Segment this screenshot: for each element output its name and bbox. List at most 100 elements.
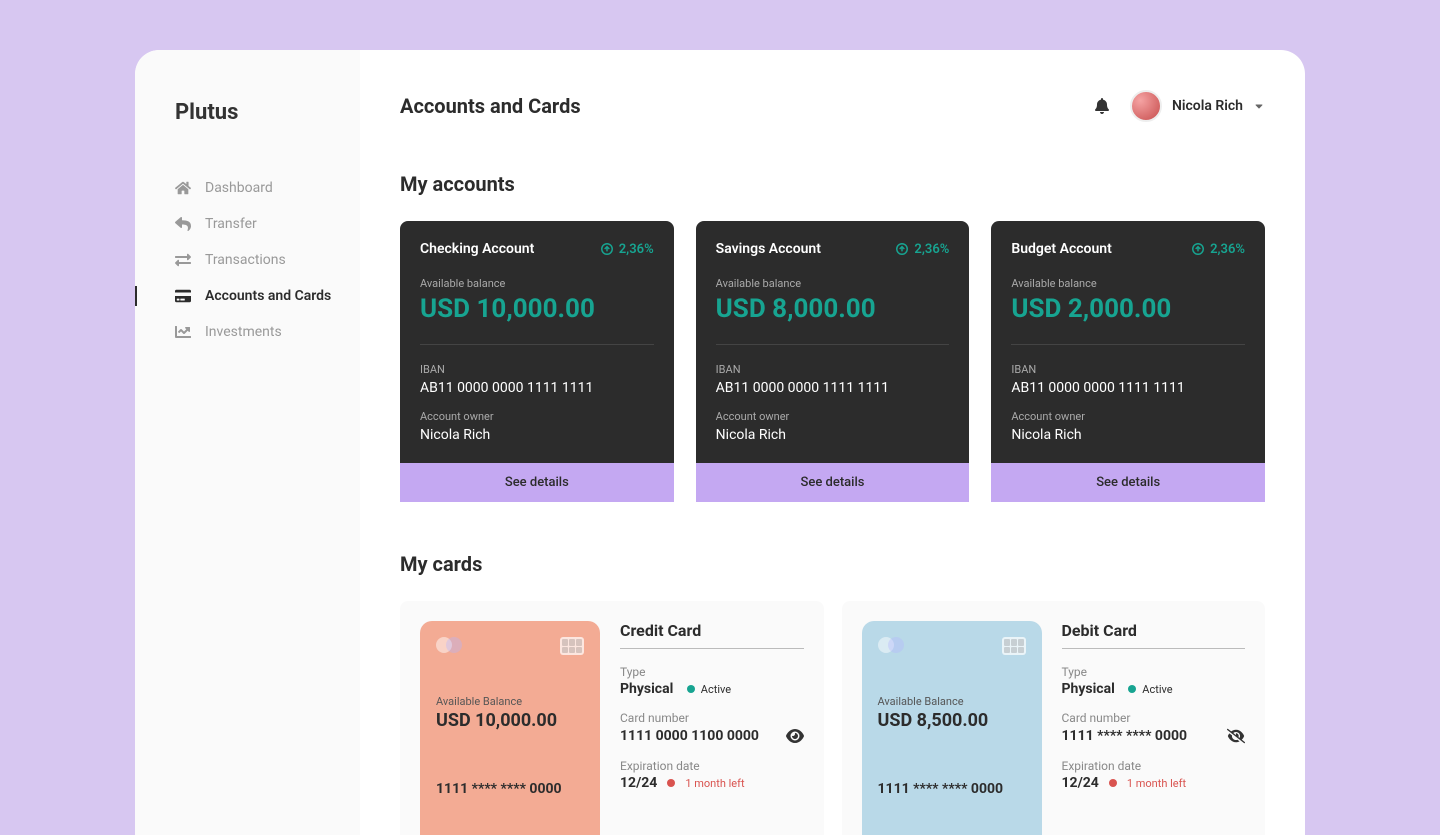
account-iban: AB11 0000 0000 1111 1111: [716, 380, 950, 396]
account-balance: USD 2,000.00: [1011, 294, 1245, 324]
account-iban: AB11 0000 0000 1111 1111: [420, 380, 654, 396]
credit-card-icon: [175, 288, 191, 304]
accounts-row: Checking Account 2,36% Available balance…: [400, 221, 1265, 502]
sidebar-item-label: Accounts and Cards: [205, 288, 331, 304]
header-right: Nicola Rich: [1094, 90, 1265, 122]
type-label: Type: [1062, 665, 1246, 679]
sidebar-item-investments[interactable]: Investments: [135, 314, 360, 350]
eye-icon[interactable]: [786, 727, 804, 745]
see-details-button[interactable]: See details: [696, 463, 970, 502]
card-title: Credit Card: [620, 621, 804, 649]
iban-label: IBAN: [1011, 363, 1245, 376]
card-visual-balance: USD 8,500.00: [878, 710, 1026, 731]
header: Accounts and Cards Nicola Rich: [400, 90, 1265, 122]
section-title-cards: My cards: [400, 552, 1265, 576]
home-icon: [175, 180, 191, 196]
chip-icon: [560, 637, 584, 655]
account-name: Checking Account: [420, 241, 534, 257]
balance-label: Available balance: [1011, 277, 1245, 290]
card-number-value: 1111 **** **** 0000: [1062, 728, 1188, 744]
account-owner: Nicola Rich: [420, 427, 654, 443]
card-visual: Available Balance USD 10,000.00 1111 ***…: [420, 621, 600, 835]
warning-dot-icon: [1109, 779, 1117, 787]
card-number-value: 1111 0000 1100 0000: [620, 728, 759, 744]
account-card: Checking Account 2,36% Available balance…: [400, 221, 674, 502]
status-text: Active: [1142, 683, 1172, 696]
balance-label: Available balance: [716, 277, 950, 290]
type-value: Physical Active: [620, 681, 804, 697]
card-visual-balance: USD 10,000.00: [436, 710, 584, 731]
arrow-up-circle-icon: [895, 242, 909, 256]
chevron-down-icon: [1253, 100, 1265, 112]
account-card: Savings Account 2,36% Available balance …: [696, 221, 970, 502]
eye-slash-icon[interactable]: [1227, 727, 1245, 745]
sidebar-item-transfer[interactable]: Transfer: [135, 206, 360, 242]
type-label: Type: [620, 665, 804, 679]
account-owner: Nicola Rich: [716, 427, 950, 443]
card-title: Debit Card: [1062, 621, 1246, 649]
status-dot-icon: [687, 685, 695, 693]
bell-icon[interactable]: [1094, 98, 1110, 114]
owner-label: Account owner: [716, 410, 950, 423]
sidebar-item-accounts-cards[interactable]: Accounts and Cards: [135, 278, 360, 314]
sidebar-item-dashboard[interactable]: Dashboard: [135, 170, 360, 206]
account-balance: USD 8,000.00: [716, 294, 950, 324]
warning-dot-icon: [667, 779, 675, 787]
avatar: [1130, 90, 1162, 122]
see-details-button[interactable]: See details: [400, 463, 674, 502]
account-change: 2,36%: [600, 242, 654, 257]
app-window: Plutus Dashboard Transfer Transactions A…: [135, 50, 1305, 835]
chart-line-icon: [175, 324, 191, 340]
account-change: 2,36%: [895, 242, 949, 257]
account-name: Savings Account: [716, 241, 821, 257]
card-visual-number: 1111 **** **** 0000: [436, 781, 584, 797]
account-card: Budget Account 2,36% Available balance U…: [991, 221, 1265, 502]
card-details: Credit Card Type Physical Active Card nu…: [620, 621, 804, 835]
owner-label: Account owner: [420, 410, 654, 423]
sidebar-item-label: Dashboard: [205, 180, 273, 196]
iban-label: IBAN: [420, 363, 654, 376]
iban-label: IBAN: [716, 363, 950, 376]
expiry-warning: 1 month left: [1127, 777, 1186, 790]
main-content: Accounts and Cards Nicola Rich My accoun…: [360, 50, 1305, 835]
arrow-up-circle-icon: [1191, 242, 1205, 256]
card-logo-icon: [436, 637, 462, 653]
sidebar-item-label: Transactions: [205, 252, 286, 268]
expiry-warning: 1 month left: [685, 777, 744, 790]
see-details-button[interactable]: See details: [991, 463, 1265, 502]
expiry-value: 12/24: [620, 775, 657, 791]
reply-icon: [175, 216, 191, 232]
card-number-label: Card number: [620, 711, 804, 725]
owner-label: Account owner: [1011, 410, 1245, 423]
type-value: Physical Active: [1062, 681, 1246, 697]
card-balance-label: Available Balance: [878, 695, 1026, 708]
account-iban: AB11 0000 0000 1111 1111: [1011, 380, 1245, 396]
card-balance-label: Available Balance: [436, 695, 584, 708]
card-visual-number: 1111 **** **** 0000: [878, 781, 1026, 797]
arrow-up-circle-icon: [600, 242, 614, 256]
expiry-value: 12/24: [1062, 775, 1099, 791]
card-number-label: Card number: [1062, 711, 1246, 725]
page-title: Accounts and Cards: [400, 94, 581, 118]
account-balance: USD 10,000.00: [420, 294, 654, 324]
exchange-icon: [175, 252, 191, 268]
expiry-label: Expiration date: [620, 759, 804, 773]
sidebar-item-label: Transfer: [205, 216, 257, 232]
user-name: Nicola Rich: [1172, 98, 1243, 114]
card-details: Debit Card Type Physical Active Card num…: [1062, 621, 1246, 835]
account-name: Budget Account: [1011, 241, 1111, 257]
brand-logo: Plutus: [135, 100, 360, 125]
account-owner: Nicola Rich: [1011, 427, 1245, 443]
card-panel: Available Balance USD 10,000.00 1111 ***…: [400, 601, 824, 835]
card-logo-icon: [878, 637, 904, 653]
status-dot-icon: [1128, 685, 1136, 693]
sidebar: Plutus Dashboard Transfer Transactions A…: [135, 50, 360, 835]
card-visual: Available Balance USD 8,500.00 1111 ****…: [862, 621, 1042, 835]
sidebar-item-label: Investments: [205, 324, 282, 340]
sidebar-item-transactions[interactable]: Transactions: [135, 242, 360, 278]
expiry-label: Expiration date: [1062, 759, 1246, 773]
user-menu[interactable]: Nicola Rich: [1130, 90, 1265, 122]
status-text: Active: [701, 683, 731, 696]
account-change: 2,36%: [1191, 242, 1245, 257]
balance-label: Available balance: [420, 277, 654, 290]
